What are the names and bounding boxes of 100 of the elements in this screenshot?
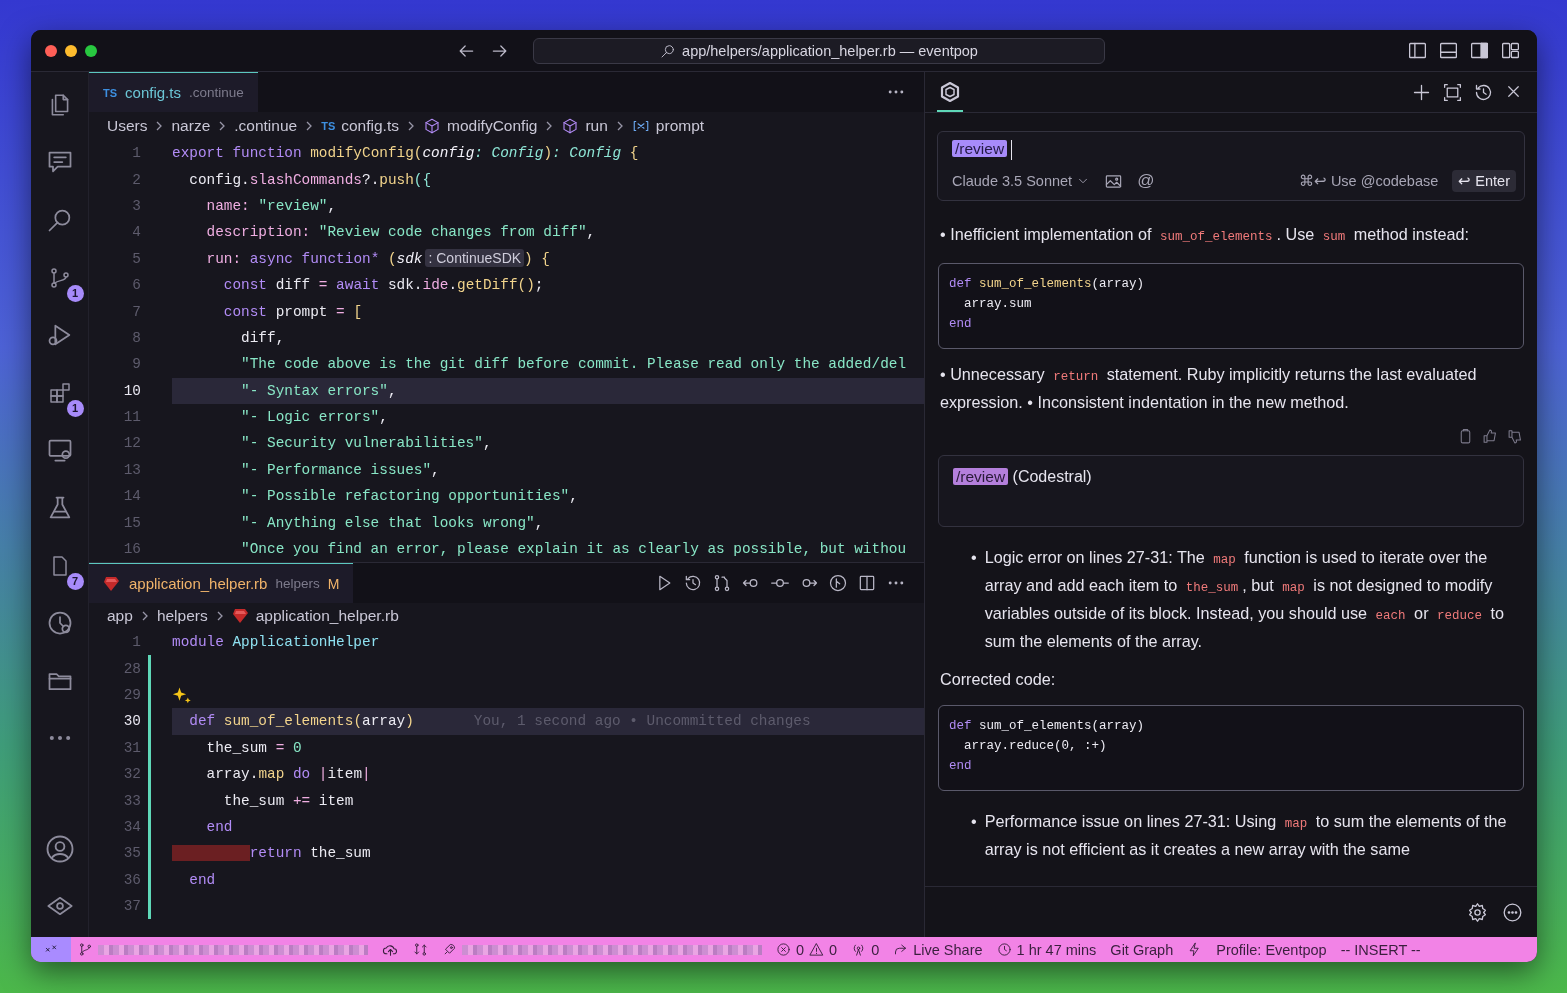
code-line: end	[205, 818, 233, 835]
bullet-mark: •	[971, 547, 977, 568]
line-number: 13	[122, 461, 141, 478]
breadcrumb-item[interactable]: .continue	[234, 117, 298, 135]
notification-badge: 1	[66, 284, 84, 302]
code-line: "- Performance issues",	[240, 461, 440, 478]
live-share-button[interactable]: Live Share	[886, 937, 990, 962]
code-line: the_sum = 0	[205, 739, 302, 756]
bullet-mark: •	[971, 811, 977, 832]
status-item[interactable]: Git Graph	[1103, 937, 1181, 962]
history-icon[interactable]	[683, 573, 703, 593]
thumbs-down-icon[interactable]	[1507, 428, 1524, 445]
user-message[interactable]: /review (Codestral)	[938, 455, 1524, 527]
line-number: 12	[122, 435, 141, 452]
panel-bottom-icon[interactable]	[1438, 40, 1459, 61]
line-number: 10	[122, 382, 141, 399]
typescript-icon: TS	[103, 86, 118, 99]
chat-text: • Inefficient implementation of sum_of_elements . Use sum method instead:	[940, 224, 1470, 246]
status-item[interactable]: -- INSERT --	[1333, 937, 1428, 962]
chat-text: Performance issue on lines 27-31: Using map to sum the elements of the array is not efficient as it creates a new array with the same	[984, 811, 1508, 860]
breadcrumb-item[interactable]: Users	[107, 117, 148, 135]
extensions-icon[interactable]	[47, 380, 72, 405]
shortcut-hint: ⌘↩ Use @codebase	[1298, 173, 1439, 189]
ruby-gem-icon	[103, 574, 121, 593]
line-number: 11	[122, 409, 141, 426]
mention-button[interactable]: @	[1137, 171, 1155, 191]
cube-icon	[561, 117, 580, 135]
command-center[interactable]: app/helpers/application_helper.rb — eventpop	[533, 37, 1105, 64]
editor-tab[interactable]: application_helper.rb helpers M	[89, 563, 354, 603]
notification-badge: 7	[66, 572, 84, 590]
rocket-icon[interactable]	[442, 942, 457, 957]
chat-input[interactable]: /review Claude 3.5 Sonnet @ ⌘↩ Use @codebase ↩ Enter	[937, 131, 1525, 201]
line-number: 34	[122, 818, 141, 835]
breadcrumb-item[interactable]: run	[585, 117, 608, 135]
error-icon	[776, 942, 791, 957]
minimize-button[interactable]	[65, 44, 77, 57]
code-line: array.reduce(0, :+)	[963, 738, 1108, 755]
sidebar-right-icon[interactable]	[1469, 40, 1490, 61]
settings-icon[interactable]	[1467, 901, 1488, 923]
code-line: const prompt = [	[222, 303, 362, 320]
git-graph-icon[interactable]	[828, 573, 848, 593]
maximize-button[interactable]	[85, 44, 97, 57]
code-line: "Once you find an error, please explain it as clearly as possible, but withou	[240, 541, 907, 558]
thumbs-up-icon[interactable]	[1482, 428, 1499, 445]
typescript-icon: TS	[321, 120, 336, 132]
code-line: end	[949, 758, 973, 775]
sidebar-left-icon[interactable]	[1407, 40, 1428, 61]
code-line: array.map do |item|	[205, 766, 371, 783]
pull-request-icon[interactable]	[712, 573, 732, 593]
line-number: 9	[131, 356, 141, 373]
session-timer[interactable]: 1 hr 47 mins	[989, 937, 1104, 962]
chat-text: Corrected code:	[940, 669, 1057, 690]
line-number: 3	[131, 197, 141, 214]
ports-indicator[interactable]: 0	[844, 937, 887, 962]
more-circle-icon[interactable]	[1502, 901, 1523, 923]
hexagon-logo-icon[interactable]	[938, 80, 962, 104]
line-number: 2	[131, 171, 141, 188]
line-number: 29	[122, 686, 141, 703]
chat-text: Logic error on lines 27-31: The map function is used to iterate over the array and add each item to the_sum , but map is not designed to modify variables outside of its block. Instead, you should use each or reduce to sum the elements of the array.	[984, 547, 1506, 652]
line-number: 16	[122, 541, 141, 558]
compare-icon[interactable]	[413, 942, 428, 957]
breadcrumb-item[interactable]: helpers	[156, 607, 208, 625]
editor-tab[interactable]: TS config.ts .continue	[89, 72, 258, 112]
line-number: 1	[131, 145, 141, 162]
status-item[interactable]: Profile: Eventpop	[1209, 937, 1334, 962]
close-button[interactable]	[45, 44, 57, 57]
chevron-right-icon	[406, 120, 416, 132]
code-line: config.slashCommands?.push({	[188, 171, 432, 188]
warning-icon	[809, 942, 825, 957]
code-line: def sum_of_elements(array)	[949, 276, 1146, 293]
line-number: 32	[122, 766, 141, 783]
code-line: def sum_of_elements(array)	[188, 713, 414, 730]
enter-button[interactable]: ↩ Enter	[1452, 170, 1516, 192]
branch-icon[interactable]	[78, 942, 93, 957]
line-number: 15	[122, 514, 141, 531]
code-line: diff,	[240, 329, 285, 346]
code-line: "- Security vulnerabilities",	[240, 435, 492, 452]
line-number: 4	[131, 224, 141, 241]
line-number: 36	[122, 871, 141, 888]
line-number: 30	[122, 713, 141, 730]
code-line: "The code above is the git diff before commit. Please read only the added/del	[240, 356, 907, 373]
line-number: 31	[122, 739, 141, 756]
layout-grid-icon[interactable]	[1500, 40, 1521, 61]
line-number: 7	[131, 303, 141, 320]
line-number: 28	[122, 660, 141, 677]
breadcrumb-item[interactable]: narze	[171, 117, 211, 135]
maximize-icon[interactable]	[1442, 81, 1463, 103]
model-selector[interactable]: Claude 3.5 Sonnet	[952, 173, 1091, 189]
account-icon[interactable]	[44, 833, 75, 864]
problems-indicator[interactable]: 0 0	[769, 937, 845, 962]
breadcrumb-item[interactable]: app	[107, 607, 133, 625]
share-arrow-icon	[893, 942, 909, 957]
breadcrumb-item[interactable]: prompt	[655, 117, 705, 135]
history-icon	[996, 942, 1012, 957]
breadcrumb-item[interactable]: application_helper.rb	[255, 607, 399, 625]
breadcrumb-item[interactable]: config.ts	[341, 117, 399, 135]
split-editor-icon[interactable]	[857, 573, 877, 593]
code-line: description: "Review code changes from diff",	[205, 224, 596, 241]
breadcrumb-item[interactable]: modifyConfig	[447, 117, 538, 135]
line-number: 5	[131, 250, 141, 267]
